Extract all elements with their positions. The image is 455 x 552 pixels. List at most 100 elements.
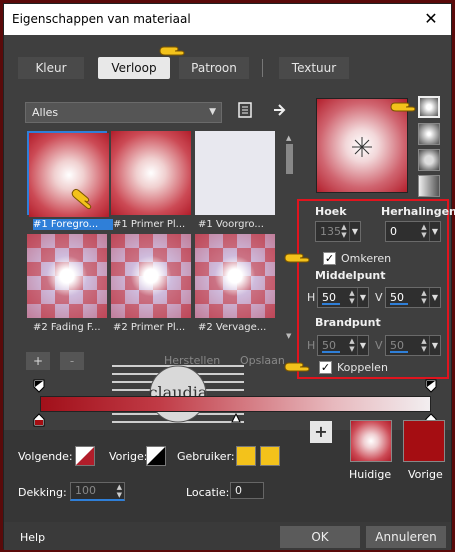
huidige-swatch[interactable] xyxy=(350,420,392,462)
pointing-hand-icon xyxy=(390,102,416,112)
stepper-arrows-icon[interactable]: ▲ ▼ xyxy=(347,289,357,306)
vorige-small-swatch[interactable] xyxy=(146,446,166,466)
category-value: Alles xyxy=(32,106,59,119)
arrow-right-icon[interactable] xyxy=(273,103,287,117)
brandpunt-label: Brandpunt xyxy=(315,316,381,329)
style-radial-button[interactable] xyxy=(418,96,440,118)
gradient-parameters-panel: Hoek Herhalingen 135 ▲ ▼ ▼ 0 ▲ ▼ ▼ ✓ Omker… xyxy=(297,199,455,379)
tab-kleur[interactable]: Kleur xyxy=(18,57,84,79)
stepper-arrows-icon[interactable]: ▲ ▼ xyxy=(419,337,429,354)
mid-v-input[interactable]: 50 ▲ ▼ ▼ xyxy=(385,287,441,308)
style-linear-button[interactable] xyxy=(418,175,440,197)
vorige-swatch[interactable] xyxy=(403,420,445,462)
stepper-arrows-icon[interactable]: ▲ ▼ xyxy=(419,289,429,306)
stepper-arrows-icon[interactable]: ▲ ▼ xyxy=(117,483,122,499)
gradient-label-4: #2 Fading F... xyxy=(33,322,101,333)
gradient-label-1: #1 Foregro... xyxy=(33,219,113,230)
gradient-label-6: #2 Vervage... xyxy=(198,322,267,333)
chevron-down-icon[interactable]: ▼ xyxy=(357,288,368,307)
scroll-down-icon[interactable]: ▼ xyxy=(286,332,291,340)
opacity-stop-marker-left[interactable] xyxy=(33,379,45,393)
chevron-down-icon: ▼ xyxy=(209,107,216,117)
locatie-input[interactable]: 0 xyxy=(230,482,264,499)
color-stop-marker-left[interactable] xyxy=(33,413,45,427)
remove-stop-button[interactable]: - xyxy=(60,352,84,370)
gebruiker-swatch-2[interactable] xyxy=(260,446,280,466)
gebruiker-label: Gebruiker: xyxy=(177,450,235,463)
gradient-thumb-6[interactable] xyxy=(195,234,275,318)
style-rectangular-button[interactable] xyxy=(418,123,440,145)
midpoint-marker[interactable] xyxy=(231,413,241,423)
dialog-window: Eigenschappen van materiaal ✕ Kleur Verl… xyxy=(3,3,455,550)
stepper-arrows-icon[interactable]: ▲ ▼ xyxy=(339,223,349,240)
title-bar: Eigenschappen van materiaal ✕ xyxy=(4,4,451,35)
pointing-hand-icon xyxy=(159,46,185,56)
gebruiker-swatch-1[interactable] xyxy=(236,446,256,466)
chevron-down-icon[interactable]: ▼ xyxy=(357,336,368,355)
gradient-thumb-4[interactable] xyxy=(27,234,107,318)
footer: Help OK Annuleren xyxy=(4,522,451,550)
omkeren-label: Omkeren xyxy=(341,252,392,265)
chevron-down-icon[interactable]: ▼ xyxy=(349,222,360,241)
tab-verloop[interactable]: Verloop xyxy=(98,57,170,79)
huidige-label: Huidige xyxy=(349,468,392,481)
chevron-down-icon[interactable]: ▼ xyxy=(429,288,440,307)
scrollbar-thumb[interactable] xyxy=(286,144,293,174)
mid-v-label: V xyxy=(375,291,383,304)
hoek-label: Hoek xyxy=(315,205,347,218)
gradient-label-3: #1 Voorgro... xyxy=(198,219,264,230)
herhalingen-input[interactable]: 0 ▲ ▼ ▼ xyxy=(385,221,441,242)
volgende-label: Volgende: xyxy=(18,450,73,463)
bottom-panel: Volgende: Vorige: Gebruiker: Dekking: 10… xyxy=(4,420,451,522)
gradient-label-5: #2 Primer Pl... xyxy=(113,322,186,333)
pointing-hand-icon xyxy=(284,253,310,263)
mid-h-label: H xyxy=(307,291,316,304)
koppelen-checkbox[interactable]: ✓ xyxy=(319,361,332,374)
add-to-custom-button[interactable]: + xyxy=(310,421,332,443)
chevron-down-icon[interactable]: ▼ xyxy=(429,222,440,241)
tab-divider xyxy=(262,59,263,77)
help-link[interactable]: Help xyxy=(20,531,45,544)
hoek-input[interactable]: 135 ▲ ▼ ▼ xyxy=(315,221,361,242)
gradient-scrollbar[interactable]: ▲ ▼ xyxy=(284,134,295,340)
tab-textuur[interactable]: Textuur xyxy=(279,57,349,79)
chevron-down-icon[interactable]: ▼ xyxy=(429,336,440,355)
herhalingen-label: Herhalingen xyxy=(381,205,455,218)
pointing-hand-icon xyxy=(284,362,310,372)
tab-patroon[interactable]: Patroon xyxy=(179,57,249,79)
center-crosshair-icon[interactable] xyxy=(350,135,374,159)
koppelen-label: Koppelen xyxy=(337,361,388,374)
claudia-watermark-logo: claudia xyxy=(112,365,244,423)
locatie-label: Locatie: xyxy=(186,486,230,499)
window-title: Eigenschappen van materiaal xyxy=(12,12,191,26)
brand-v-input[interactable]: 50 ▲ ▼ ▼ xyxy=(385,335,441,356)
dekking-input[interactable]: 100 ▲ ▼ xyxy=(70,482,125,501)
opacity-stop-marker-right[interactable] xyxy=(425,379,437,393)
stepper-arrows-icon[interactable]: ▲ ▼ xyxy=(419,223,429,240)
gradient-thumb-3[interactable] xyxy=(195,131,275,215)
brand-h-input[interactable]: 50 ▲ ▼ ▼ xyxy=(317,335,369,356)
gradient-label-2: #1 Primer Pl... xyxy=(113,219,186,230)
mid-h-input[interactable]: 50 ▲ ▼ ▼ xyxy=(317,287,369,308)
style-sunburst-button[interactable] xyxy=(418,149,440,171)
gradient-editor-bar[interactable] xyxy=(40,396,431,412)
dekking-label: Dekking: xyxy=(18,486,67,499)
omkeren-checkbox[interactable]: ✓ xyxy=(323,252,336,265)
gradient-thumb-5[interactable] xyxy=(111,234,191,318)
category-select[interactable]: Alles ▼ xyxy=(25,102,222,123)
vorige-label: Vorige: xyxy=(109,450,148,463)
gradient-thumb-2[interactable] xyxy=(111,131,191,215)
ok-button[interactable]: OK xyxy=(280,526,360,548)
vorige-swatch-label: Vorige xyxy=(408,468,443,481)
middelpunt-label: Middelpunt xyxy=(315,269,386,282)
brand-h-label: H xyxy=(307,339,316,352)
volgende-swatch[interactable] xyxy=(75,446,95,466)
tab-bar: Kleur Verloop Patroon Textuur xyxy=(4,52,451,84)
scroll-up-icon[interactable]: ▲ xyxy=(286,134,291,142)
gradient-library-icon[interactable] xyxy=(237,101,253,119)
close-icon[interactable]: ✕ xyxy=(417,6,445,32)
stepper-arrows-icon[interactable]: ▲ ▼ xyxy=(347,337,357,354)
add-stop-button[interactable]: + xyxy=(26,352,50,370)
cancel-button[interactable]: Annuleren xyxy=(366,526,446,548)
opslaan-button[interactable]: Opslaan xyxy=(240,354,285,367)
